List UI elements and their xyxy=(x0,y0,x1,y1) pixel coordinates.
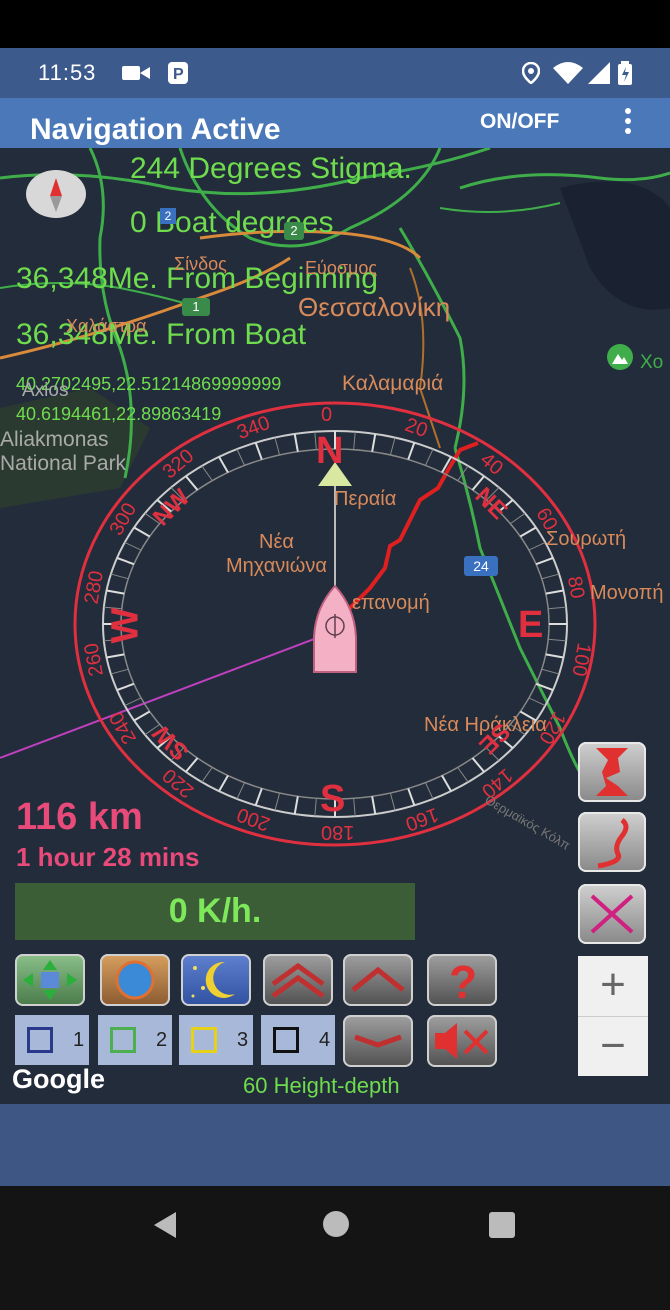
speed-up-fast-button[interactable] xyxy=(263,954,333,1006)
road-shield-2: 2 xyxy=(284,222,304,240)
checkbox-number: 2 xyxy=(156,1029,168,1051)
map-label-sourotti: Σουρωτή xyxy=(546,528,627,550)
zoom-controls: + − xyxy=(578,956,648,1076)
map-label-peraia: Περαία xyxy=(334,488,397,510)
compass-degree-label: 180 xyxy=(321,821,355,843)
video-camera-icon xyxy=(122,64,150,86)
parking-icon: P xyxy=(168,62,188,88)
svg-text:?: ? xyxy=(449,956,477,1006)
speed-up-button[interactable] xyxy=(343,954,413,1006)
checkbox-square-icon xyxy=(273,1027,299,1053)
onoff-button[interactable]: ON/OFF xyxy=(480,110,559,134)
compass-north: N xyxy=(316,430,344,472)
layer-checkbox-4[interactable]: 4 xyxy=(261,1015,335,1065)
compass-west: W xyxy=(104,607,147,644)
wifi-icon xyxy=(553,62,583,88)
compass-east: E xyxy=(518,604,544,646)
coordinates-current: 40.6194461,22.89863419 xyxy=(16,404,222,424)
signal-icon xyxy=(588,62,612,88)
route-start-button[interactable] xyxy=(578,742,646,802)
map-label-national-park: National Park xyxy=(0,452,127,475)
compass-degree-label: 80 xyxy=(563,574,589,601)
rotate-map-button[interactable] xyxy=(100,954,170,1006)
layer-checkbox-1[interactable]: 1 xyxy=(15,1015,89,1065)
road-shield-24: 24 xyxy=(464,556,498,576)
clear-route-button[interactable] xyxy=(578,884,646,944)
layer-checkbox-2[interactable]: 2 xyxy=(98,1015,172,1065)
route-distance: 116 km xyxy=(16,796,143,838)
back-icon[interactable] xyxy=(150,1210,180,1244)
heading-degrees: 244 Degrees Stigma. xyxy=(130,152,412,185)
height-depth: 60 Height-depth xyxy=(243,1073,400,1098)
compass-south: S xyxy=(320,778,346,820)
night-mode-button[interactable] xyxy=(181,954,251,1006)
zoom-in-button[interactable]: + xyxy=(578,956,648,1017)
checkbox-square-icon xyxy=(27,1027,53,1053)
layer-checkbox-3[interactable]: 3 xyxy=(179,1015,253,1065)
map-label-axios: Axios xyxy=(22,380,69,401)
svg-text:P: P xyxy=(173,66,184,83)
route-path-button[interactable] xyxy=(578,812,646,872)
map-label-sindos: Σίνδος xyxy=(174,254,227,274)
map-label-efosmos: Εύοσμος xyxy=(305,258,378,278)
map-label-xo: Χο xyxy=(640,352,664,373)
app-title: Navigation Active xyxy=(30,113,281,146)
route-duration: 1 hour 28 mins xyxy=(16,842,200,872)
recents-icon[interactable] xyxy=(488,1211,516,1243)
map-label-thessaloniki: Θεσσαλονίκη xyxy=(298,292,451,322)
bottom-strip xyxy=(0,1104,670,1186)
overflow-menu-icon[interactable] xyxy=(620,108,636,138)
google-logo: Google xyxy=(12,1064,105,1094)
compass-button[interactable] xyxy=(26,170,86,218)
app-bar: Navigation Active ON/OFF xyxy=(0,98,670,148)
home-icon[interactable] xyxy=(322,1210,350,1242)
map-label-chalastra: Χαλάστρα xyxy=(66,316,147,336)
checkbox-number: 1 xyxy=(73,1029,85,1051)
road-shield-1: 1 xyxy=(182,298,210,316)
compass-degree-label: 0 xyxy=(321,404,333,426)
checkbox-square-icon xyxy=(110,1027,136,1053)
map-label-kalamaria: Καλαμαριά xyxy=(342,372,444,395)
battery-icon xyxy=(618,61,632,89)
system-nav-bar xyxy=(0,1186,670,1310)
top-black-bar xyxy=(0,0,670,48)
distance-from-boat: 36,348Me. From Boat xyxy=(16,318,307,351)
speed-display: 0 K/h. xyxy=(15,883,415,940)
map-label-aliakmonas: Aliakmonas xyxy=(0,428,109,451)
status-time: 11:53 xyxy=(38,60,97,85)
map-label-monopigado: Μονοπή xyxy=(590,582,664,604)
location-icon xyxy=(521,61,541,88)
checkbox-number: 3 xyxy=(237,1029,249,1051)
map-label-nea-mixaniona: Νέα Μηχανιώνα xyxy=(226,531,327,577)
checkbox-square-icon xyxy=(191,1027,217,1053)
map-label-epanomi: επανομή xyxy=(352,592,430,614)
speed-down-button[interactable] xyxy=(343,1015,413,1067)
help-button[interactable]: ? xyxy=(427,954,497,1006)
mute-button[interactable] xyxy=(427,1015,497,1067)
checkbox-number: 4 xyxy=(319,1029,331,1051)
zoom-out-button[interactable]: − xyxy=(578,1017,648,1077)
center-map-button[interactable] xyxy=(15,954,85,1006)
road-shield-2b: 2 xyxy=(160,208,176,224)
map-view[interactable]: 244 Degrees Stigma. 0 Boat degrees 36,34… xyxy=(0,148,670,1104)
status-bar: 11:53 P xyxy=(0,48,670,98)
